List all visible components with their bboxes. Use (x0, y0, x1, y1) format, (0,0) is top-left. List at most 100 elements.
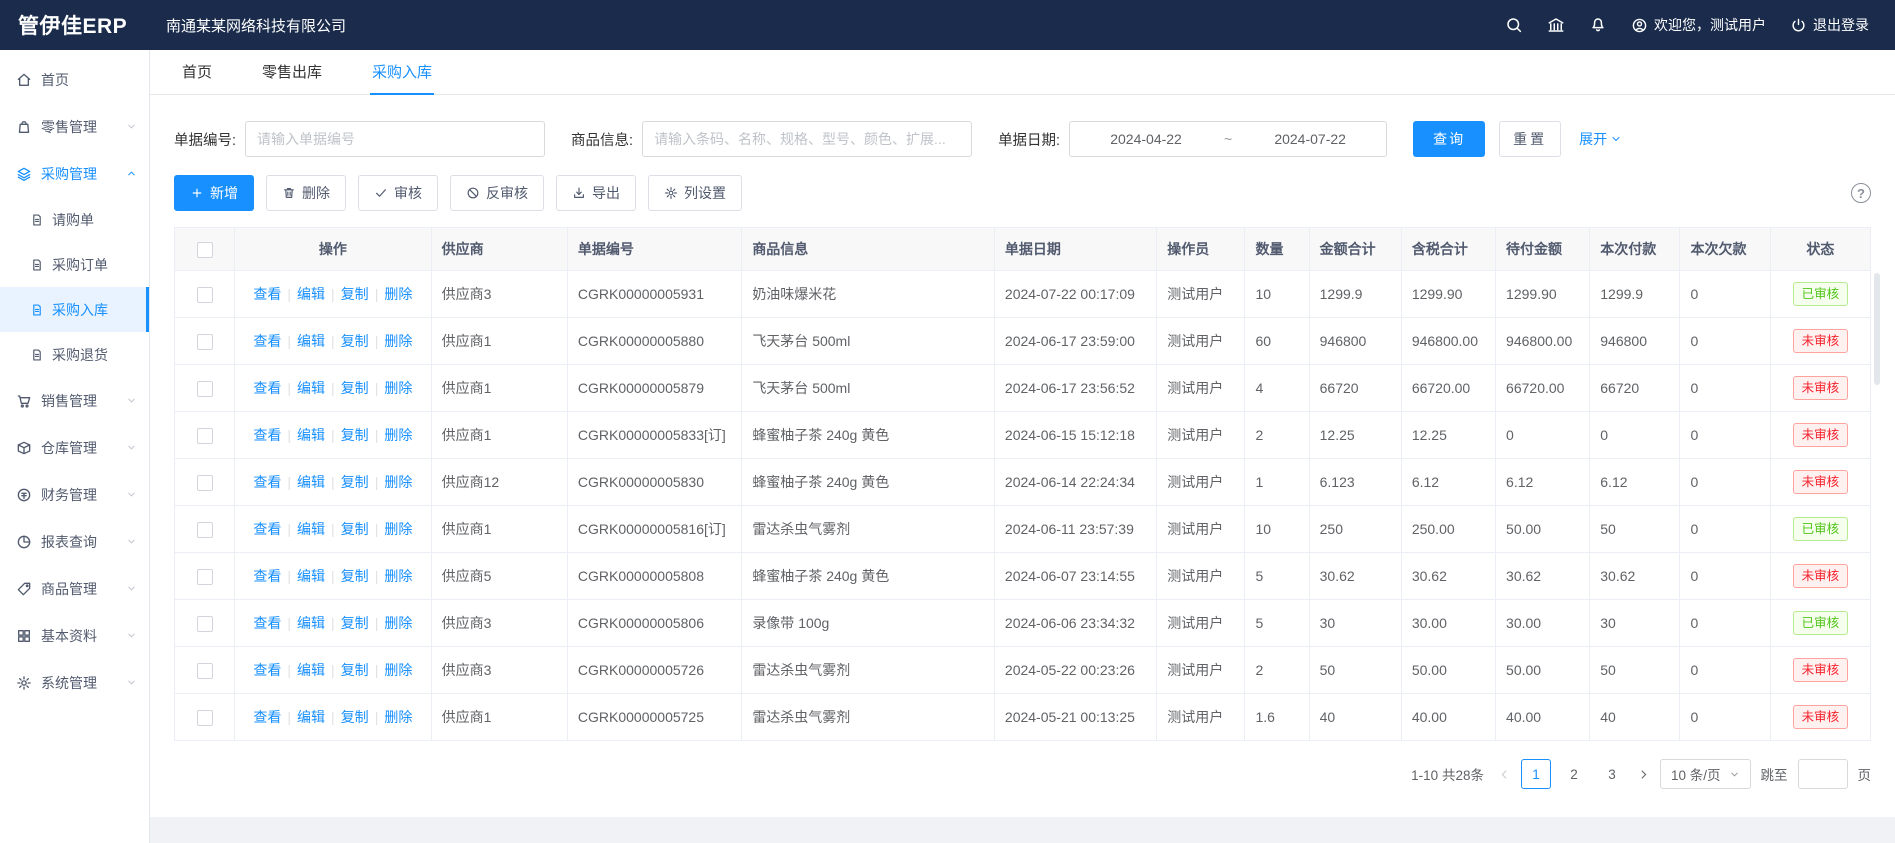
delete-link[interactable]: 删除 (384, 333, 412, 349)
next-page-icon[interactable] (1637, 768, 1650, 781)
date-to[interactable]: 2024-07-22 (1234, 131, 1386, 147)
row-checkbox[interactable] (197, 663, 213, 679)
delete-button[interactable]: 删除 (266, 175, 346, 211)
sidebar-item-sales-mgmt[interactable]: 销售管理 (0, 377, 149, 424)
unaudit-button[interactable]: 反审核 (450, 175, 544, 211)
sidebar-item-purchase-inbound[interactable]: 采购入库 (0, 287, 149, 332)
edit-link[interactable]: 编辑 (297, 474, 325, 490)
copy-link[interactable]: 复制 (341, 709, 369, 725)
bank-icon[interactable] (1547, 16, 1565, 34)
delete-link[interactable]: 删除 (384, 474, 412, 490)
sidebar-item-purchase-request[interactable]: 请购单 (0, 197, 149, 242)
add-button[interactable]: 新增 (174, 175, 254, 211)
row-checkbox[interactable] (197, 428, 213, 444)
sidebar-item-basic-data[interactable]: 基本资料 (0, 612, 149, 659)
prev-page-icon[interactable] (1498, 768, 1511, 781)
copy-link[interactable]: 复制 (341, 615, 369, 631)
delete-link[interactable]: 删除 (384, 615, 412, 631)
edit-link[interactable]: 编辑 (297, 427, 325, 443)
sidebar-item-home[interactable]: 首页 (0, 56, 149, 103)
product-info-input[interactable] (642, 121, 972, 157)
search-button[interactable]: 查询 (1413, 121, 1485, 157)
copy-link[interactable]: 复制 (341, 568, 369, 584)
sidebar-item-retail-mgmt[interactable]: 零售管理 (0, 103, 149, 150)
select-all-checkbox[interactable] (197, 242, 213, 258)
page-button-3[interactable]: 3 (1597, 759, 1627, 789)
header-actions: 欢迎您，测试用户 退出登录 (1505, 15, 1895, 35)
tab-home[interactable]: 首页 (180, 50, 214, 95)
copy-link[interactable]: 复制 (341, 521, 369, 537)
copy-link[interactable]: 复制 (341, 286, 369, 302)
audit-button[interactable]: 审核 (358, 175, 438, 211)
page-button-1[interactable]: 1 (1521, 759, 1551, 789)
sidebar-item-system-mgmt[interactable]: 系统管理 (0, 659, 149, 706)
delete-link[interactable]: 删除 (384, 662, 412, 678)
sidebar-item-report-query[interactable]: 报表查询 (0, 518, 149, 565)
edit-link[interactable]: 编辑 (297, 521, 325, 537)
delete-link[interactable]: 删除 (384, 286, 412, 302)
edit-link[interactable]: 编辑 (297, 333, 325, 349)
sidebar-item-purchase-order[interactable]: 采购订单 (0, 242, 149, 287)
welcome-user[interactable]: 欢迎您，测试用户 (1631, 15, 1766, 35)
copy-link[interactable]: 复制 (341, 380, 369, 396)
edit-link[interactable]: 编辑 (297, 380, 325, 396)
row-checkbox[interactable] (197, 616, 213, 632)
sidebar-item-purchase-mgmt[interactable]: 采购管理 (0, 150, 149, 197)
column-header-order-no: 单据编号 (567, 228, 741, 271)
delete-link[interactable]: 删除 (384, 521, 412, 537)
sidebar-item-warehouse-mgmt[interactable]: 仓库管理 (0, 424, 149, 471)
bell-icon[interactable] (1589, 16, 1607, 34)
row-checkbox[interactable] (197, 381, 213, 397)
view-link[interactable]: 查看 (253, 521, 281, 537)
delete-link[interactable]: 删除 (384, 380, 412, 396)
row-checkbox[interactable] (197, 287, 213, 303)
view-link[interactable]: 查看 (253, 709, 281, 725)
expand-filters-link[interactable]: 展开 (1579, 129, 1622, 149)
page-size-select[interactable]: 10 条/页 (1660, 759, 1751, 789)
sidebar-item-goods-mgmt[interactable]: 商品管理 (0, 565, 149, 612)
sidebar-item-purchase-return[interactable]: 采购退货 (0, 332, 149, 377)
date-from[interactable]: 2024-04-22 (1070, 131, 1222, 147)
copy-link[interactable]: 复制 (341, 427, 369, 443)
column-settings-button[interactable]: 列设置 (648, 175, 742, 211)
reset-button[interactable]: 重置 (1499, 121, 1561, 157)
tag-icon (16, 581, 32, 597)
row-checkbox[interactable] (197, 710, 213, 726)
edit-link[interactable]: 编辑 (297, 709, 325, 725)
jump-page-input[interactable] (1798, 759, 1848, 789)
row-checkbox[interactable] (197, 569, 213, 585)
row-checkbox[interactable] (197, 334, 213, 350)
copy-link[interactable]: 复制 (341, 474, 369, 490)
scrollbar-thumb[interactable] (1874, 273, 1880, 385)
row-checkbox[interactable] (197, 522, 213, 538)
view-link[interactable]: 查看 (253, 474, 281, 490)
view-link[interactable]: 查看 (253, 380, 281, 396)
edit-link[interactable]: 编辑 (297, 286, 325, 302)
delete-link[interactable]: 删除 (384, 568, 412, 584)
export-button[interactable]: 导出 (556, 175, 636, 211)
search-icon[interactable] (1505, 16, 1523, 34)
content-card: 单据编号: 商品信息: 单据日期: 2024-04-22 ~ 2024-07-2… (150, 95, 1895, 817)
edit-link[interactable]: 编辑 (297, 662, 325, 678)
delete-link[interactable]: 删除 (384, 709, 412, 725)
logout-button[interactable]: 退出登录 (1790, 15, 1869, 35)
view-link[interactable]: 查看 (253, 286, 281, 302)
copy-link[interactable]: 复制 (341, 662, 369, 678)
page-button-2[interactable]: 2 (1559, 759, 1589, 789)
copy-link[interactable]: 复制 (341, 333, 369, 349)
view-link[interactable]: 查看 (253, 427, 281, 443)
tab-purchase-inbound[interactable]: 采购入库 (370, 50, 434, 95)
row-checkbox[interactable] (197, 475, 213, 491)
tab-retail-outbound[interactable]: 零售出库 (260, 50, 324, 95)
view-link[interactable]: 查看 (253, 615, 281, 631)
view-link[interactable]: 查看 (253, 662, 281, 678)
edit-link[interactable]: 编辑 (297, 568, 325, 584)
doc-no-input[interactable] (245, 121, 545, 157)
view-link[interactable]: 查看 (253, 333, 281, 349)
help-icon[interactable]: ? (1851, 183, 1871, 203)
edit-link[interactable]: 编辑 (297, 615, 325, 631)
delete-link[interactable]: 删除 (384, 427, 412, 443)
view-link[interactable]: 查看 (253, 568, 281, 584)
cell-amount: 40 (1309, 694, 1401, 741)
sidebar-item-finance-mgmt[interactable]: 财务管理 (0, 471, 149, 518)
